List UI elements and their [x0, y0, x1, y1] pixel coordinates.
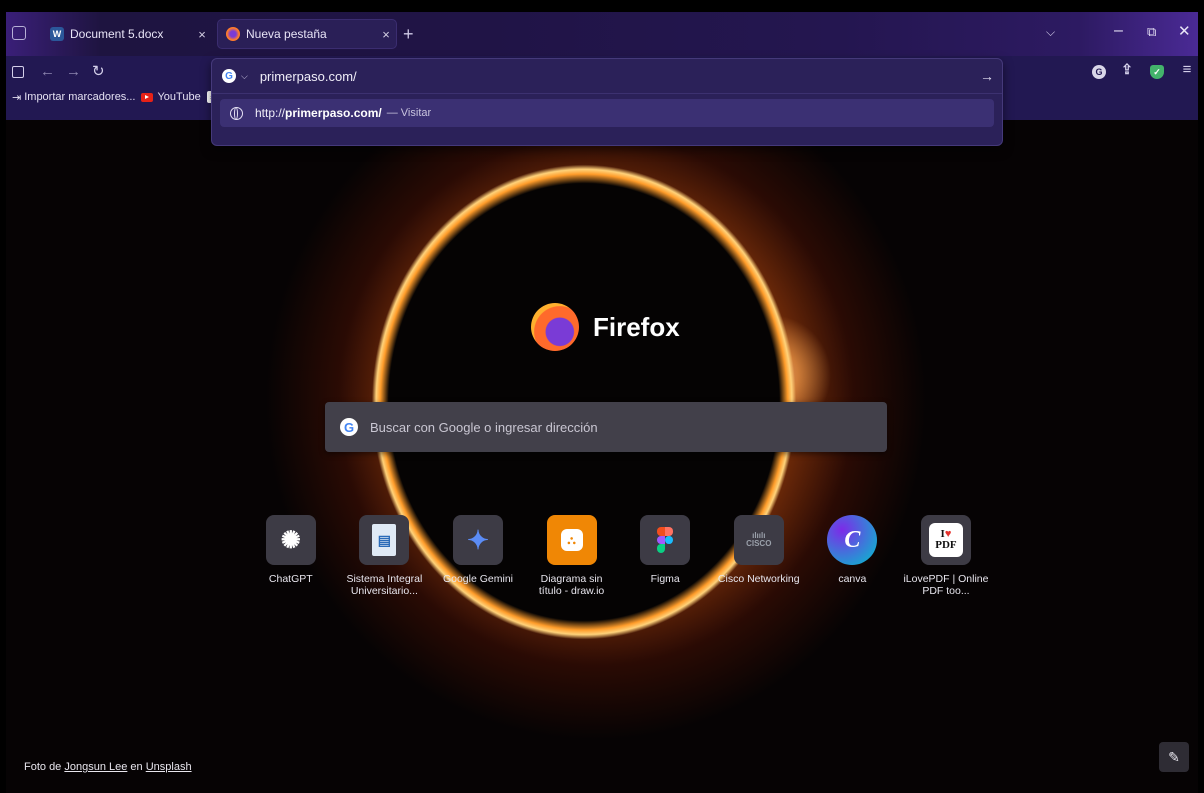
bookmarks-bar: ⇥ Importar marcadores... YouTube ↄ — [6, 84, 219, 110]
search-input[interactable]: Buscar con Google o ingresar dirección — [370, 420, 598, 435]
credit-prefix: Foto de — [24, 761, 65, 773]
extension-g-icon[interactable]: G — [1092, 65, 1106, 79]
url-bar-panel: G ⌵ primerpaso.com/ → http:// primerpaso… — [211, 58, 1003, 146]
go-arrow-button[interactable]: → — [980, 68, 994, 84]
top-site-label: Figma — [650, 573, 680, 585]
top-site-siu[interactable]: ▤ Sistema Integral Universitario... — [338, 515, 432, 597]
tab-label: Document 5.docx — [70, 27, 164, 41]
suggestion-action: — Visitar — [386, 107, 432, 119]
tab-bar: W Document 5.docx × Nueva pestaña × + ⌵ … — [6, 12, 1198, 56]
credit-middle: en — [127, 761, 146, 773]
bookmark-label: YouTube — [157, 91, 201, 103]
bookmark-youtube[interactable]: YouTube — [141, 91, 201, 103]
menu-button[interactable]: ≡ — [1180, 61, 1194, 78]
figma-icon — [657, 527, 674, 553]
top-site-cisco[interactable]: ılıılı CISCO Cisco Networking — [712, 515, 806, 597]
word-doc-icon: W — [50, 27, 64, 41]
top-site-figma[interactable]: Figma — [618, 515, 712, 597]
tab-list-icon[interactable] — [12, 26, 26, 40]
top-site-label: Diagrama sin título - draw.io — [538, 573, 605, 597]
chatgpt-icon: ✺ — [280, 526, 301, 554]
search-engine-button[interactable]: G ⌵ — [222, 69, 248, 83]
top-site-ilovepdf[interactable]: I♥ PDF iLovePDF | Online PDF too... — [899, 515, 993, 597]
suggestion-url-host: primerpaso.com/ — [285, 106, 382, 120]
firefox-icon — [531, 303, 579, 351]
search-box[interactable]: G Buscar con Google o ingresar dirección — [325, 402, 887, 452]
close-tab-icon[interactable]: × — [376, 27, 396, 42]
drawio-icon: ⛬ — [560, 529, 583, 551]
minimize-button[interactable]: – — [1114, 22, 1123, 40]
top-site-drawio[interactable]: ⛬ Diagrama sin título - draw.io — [525, 515, 619, 597]
forward-button[interactable]: → — [66, 63, 81, 80]
restore-button[interactable]: ⧉ — [1147, 24, 1156, 40]
url-bar: G ⌵ primerpaso.com/ → — [212, 59, 1002, 94]
document-icon: ▤ — [372, 524, 397, 556]
top-site-gemini[interactable]: ✦ Google Gemini — [431, 515, 525, 597]
google-icon: G — [222, 69, 236, 83]
import-icon: ⇥ — [12, 91, 22, 104]
shield-icon[interactable]: ✓ — [1150, 65, 1164, 79]
top-sites: ✺ ChatGPT ▤ Sistema Integral Universitar… — [244, 515, 993, 597]
youtube-icon — [141, 92, 154, 102]
top-site-label: iLovePDF | Online PDF too... — [903, 573, 989, 597]
customize-button[interactable]: ✎ — [1159, 742, 1189, 772]
browser-window: W Document 5.docx × Nueva pestaña × + ⌵ … — [6, 12, 1198, 793]
bookmark-import[interactable]: ⇥ Importar marcadores... — [12, 91, 135, 104]
close-tab-icon[interactable]: × — [192, 27, 212, 42]
back-button[interactable]: ← — [40, 63, 55, 80]
firefox-icon — [226, 27, 240, 41]
top-site-label: Sistema Integral Universitario... — [346, 573, 423, 597]
pencil-icon: ✎ — [1168, 748, 1180, 765]
globe-icon — [230, 106, 243, 120]
close-window-button[interactable]: ✕ — [1178, 22, 1191, 40]
new-tab-page: Firefox G Buscar con Google o ingresar d… — [6, 120, 1198, 793]
top-site-label: Google Gemini — [442, 573, 513, 585]
bookmark-label: Importar marcadores... — [24, 91, 136, 103]
credit-source-link[interactable]: Unsplash — [146, 761, 192, 773]
chevron-down-icon[interactable]: ⌵ — [1046, 25, 1055, 40]
suggestion-url-prefix: http:// — [255, 106, 286, 120]
canva-icon: C — [827, 515, 878, 565]
google-icon: G — [340, 418, 358, 436]
credit-author-link[interactable]: Jongsun Lee — [64, 761, 127, 773]
tab-new-tab[interactable]: Nueva pestaña × — [218, 20, 396, 48]
gemini-icon: ✦ — [467, 524, 489, 555]
firefox-logo: Firefox — [531, 303, 680, 351]
cisco-icon: ılıılı CISCO — [746, 531, 772, 548]
share-icon[interactable]: ⇪ — [1120, 61, 1134, 77]
new-tab-button[interactable]: + — [403, 24, 414, 45]
url-input[interactable]: primerpaso.com/ — [260, 69, 980, 84]
top-site-chatgpt[interactable]: ✺ ChatGPT — [244, 515, 338, 597]
sidebar-icon[interactable] — [12, 66, 24, 78]
url-suggestion[interactable]: http:// primerpaso.com/ — Visitar — [220, 99, 994, 127]
tab-document[interactable]: W Document 5.docx × — [42, 20, 212, 48]
photo-credit: Foto de Jongsun Lee en Unsplash — [24, 761, 192, 773]
reload-button[interactable]: ↻ — [92, 62, 105, 80]
top-site-canva[interactable]: C canva — [806, 515, 900, 597]
top-site-label: canva — [838, 573, 867, 585]
ilovepdf-icon: I♥ PDF — [928, 523, 963, 557]
top-site-label: Cisco Networking — [717, 573, 800, 585]
tab-label: Nueva pestaña — [246, 27, 327, 41]
chevron-down-icon: ⌵ — [241, 70, 248, 81]
brand-text: Firefox — [593, 311, 680, 342]
top-site-label: ChatGPT — [268, 573, 313, 585]
